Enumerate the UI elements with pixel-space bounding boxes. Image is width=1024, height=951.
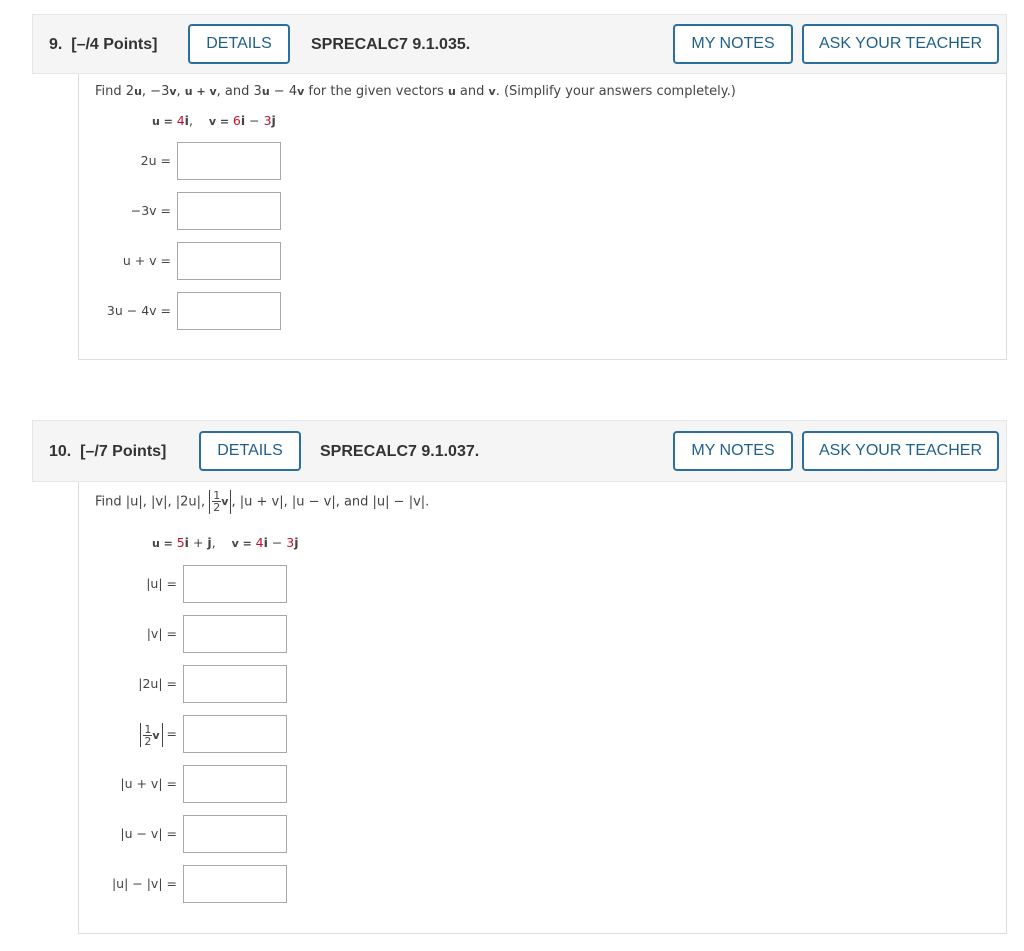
question-prompt: Find |u|, |v|, |2u|, 12v , |u + v|, |u −… [95, 490, 429, 514]
separator: , [211, 535, 216, 550]
abs-half-v: 12v [209, 490, 232, 514]
fraction-denominator: 2 [213, 501, 221, 514]
answer-input-abs-u-plus-v[interactable] [183, 765, 287, 803]
answer-label: |u| − |v| = [111, 876, 177, 891]
v-coef: 3 [263, 113, 272, 128]
question-code: SPRECALC7 9.1.035. [311, 36, 471, 53]
fraction-numerator: 1 [143, 722, 153, 736]
question-body: Find 2u, −3v, u + v, and 3u − 4v for the… [78, 74, 1007, 360]
given-vectors: u = 4i, v = 6i − 3j [152, 113, 276, 128]
prompt-vector: u [447, 85, 456, 98]
question-9: 9. [–/4 Points] DETAILS SPRECALC7 9.1.03… [32, 14, 1007, 360]
separator: , [188, 113, 193, 128]
answer-input-abs-half-v[interactable] [183, 715, 287, 753]
u-coef: 5 [176, 535, 185, 550]
answer-label: 12v = [79, 715, 177, 753]
my-notes-button[interactable]: MY NOTES [673, 24, 793, 64]
question-code: SPRECALC7 9.1.037. [320, 443, 480, 460]
prompt-text: , −3 [141, 84, 170, 99]
question-10: 10. [–/7 Points] DETAILS SPRECALC7 9.1.0… [32, 420, 1007, 934]
label-vector: v [152, 728, 160, 742]
prompt-text: − 4 [269, 84, 298, 99]
answer-label: |v| = [146, 626, 177, 641]
v-coef: 4 [255, 535, 264, 550]
v-label: v = [208, 115, 233, 128]
answer-input-abs-u-minus-v[interactable] [183, 815, 287, 853]
prompt-text: , |u + v|, |u − v|, and |u| − |v|. [231, 494, 430, 510]
answer-label: u + v = [122, 253, 171, 268]
u-coef: 4 [176, 113, 185, 128]
answer-label: |2u| = [138, 676, 177, 691]
answer-label: |u| = [146, 576, 177, 591]
answer-label: 3u − 4v = [106, 303, 171, 318]
answer-label: |u + v| = [120, 776, 177, 791]
prompt-text: for the given vectors [304, 84, 448, 99]
question-number-points: 10. [–/7 Points] [49, 421, 166, 483]
question-body: Find |u|, |v|, |2u|, 12v , |u + v|, |u −… [78, 482, 1007, 934]
answer-input-3u-minus-4v[interactable] [177, 292, 281, 330]
prompt-vector: u + v [184, 85, 217, 98]
my-notes-button[interactable]: MY NOTES [673, 431, 793, 471]
abs-half-v: 12v [140, 722, 163, 748]
question-points: [–/4 Points] [71, 36, 158, 53]
operator: + [188, 535, 208, 550]
v-label: v = [231, 537, 256, 550]
question-number-points: 9. [–/4 Points] [49, 15, 157, 75]
prompt-text: . (Simplify your answers completely.) [495, 84, 736, 99]
prompt-vector: v [221, 495, 229, 508]
ask-your-teacher-button[interactable]: ASK YOUR TEACHER [802, 431, 999, 471]
prompt-text: Find [95, 84, 126, 99]
question-header: 9. [–/4 Points] DETAILS SPRECALC7 9.1.03… [32, 14, 1007, 74]
answer-label: −3v = [130, 203, 171, 218]
prompt-vector: v [169, 85, 177, 98]
fraction: 12 [212, 490, 222, 514]
prompt-text: Find |u|, |v|, |2u|, [95, 494, 210, 510]
question-number: 9. [49, 36, 63, 53]
question-points: [–/7 Points] [80, 443, 167, 460]
operator: − [267, 535, 287, 550]
question-number: 10. [49, 443, 72, 460]
answer-label: |u − v| = [120, 826, 177, 841]
details-button[interactable]: DETAILS [199, 431, 301, 471]
answer-input-abs-2u[interactable] [183, 665, 287, 703]
prompt-text: 2 [125, 84, 135, 99]
details-button[interactable]: DETAILS [188, 24, 290, 64]
prompt-vector: u [261, 85, 270, 98]
prompt-vector: v [488, 85, 496, 98]
answer-input-u-plus-v[interactable] [177, 242, 281, 280]
fraction-denominator: 2 [144, 734, 152, 748]
prompt-vector: u [134, 85, 142, 98]
question-header: 10. [–/7 Points] DETAILS SPRECALC7 9.1.0… [32, 420, 1007, 482]
prompt-text: , [176, 84, 185, 99]
fraction: 12 [143, 722, 153, 748]
answer-input-abs-v[interactable] [183, 615, 287, 653]
u-label: u = [152, 115, 177, 128]
answer-input-abs-u-minus-abs-v[interactable] [183, 865, 287, 903]
v-coef: 6 [232, 113, 241, 128]
question-prompt: Find 2u, −3v, u + v, and 3u − 4v for the… [95, 84, 736, 99]
prompt-text: and [455, 84, 489, 99]
equals-sign: = [166, 726, 177, 741]
prompt-text: , and 3 [216, 84, 262, 99]
given-vectors: u = 5i + j, v = 4i − 3j [152, 535, 299, 550]
answer-input-neg3v[interactable] [177, 192, 281, 230]
unit-j: j [294, 535, 299, 550]
operator: − [245, 113, 264, 128]
answer-input-abs-u[interactable] [183, 565, 287, 603]
ask-your-teacher-button[interactable]: ASK YOUR TEACHER [802, 24, 999, 64]
answer-input-2u[interactable] [177, 142, 281, 180]
unit-j: j [271, 113, 276, 128]
answer-label: 2u = [140, 153, 171, 168]
u-label: u = [152, 537, 177, 550]
